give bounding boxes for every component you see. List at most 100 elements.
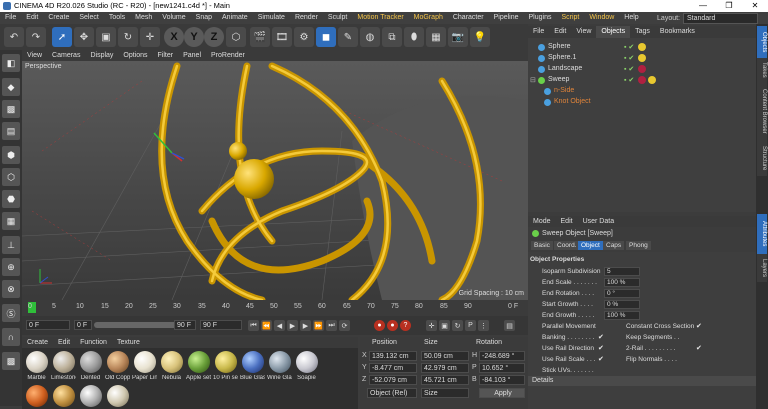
render-picture-viewer-icon[interactable]: 🎞: [272, 27, 292, 47]
layout-dropdown[interactable]: Standard: [683, 13, 758, 24]
object-row-sphere-1[interactable]: Sphere.1 ▪ ✔: [528, 53, 756, 64]
side-tab-objects[interactable]: Objects: [757, 26, 767, 58]
constant-cross-section-checkbox[interactable]: ✔: [696, 322, 702, 330]
material-tag-icon[interactable]: [638, 65, 646, 73]
objects-menu-bookmarks[interactable]: Bookmarks: [655, 26, 700, 38]
next-key-icon[interactable]: ⏩: [313, 320, 324, 331]
menu-mograph[interactable]: MoGraph: [409, 12, 448, 24]
autokeying-icon[interactable]: ●: [387, 320, 398, 331]
tab-object[interactable]: Object: [578, 241, 603, 250]
position-z-field[interactable]: -52.079 cm: [369, 375, 417, 385]
material-swatch[interactable]: Limestone: [51, 351, 76, 381]
workplane-icon[interactable]: ▤: [2, 122, 20, 140]
object-row-n-side[interactable]: n-Side: [528, 86, 756, 97]
parameter-key-icon[interactable]: P: [465, 320, 476, 331]
rotation-h-field[interactable]: -248.689 °: [479, 351, 525, 361]
visibility-check-icon[interactable]: ▪ ✔: [624, 43, 634, 51]
side-tab-attributes[interactable]: Attributes: [757, 214, 767, 254]
material-swatch[interactable]: Wine Glass: [267, 351, 292, 381]
material-swatch[interactable]: Soapie: [294, 351, 319, 381]
material-swatch[interactable]: Paper Lines: [132, 351, 157, 381]
y-axis-lock-icon[interactable]: Y: [184, 27, 204, 47]
redo-icon[interactable]: ↷: [26, 27, 46, 47]
material-tag-icon[interactable]: [638, 43, 646, 51]
array-cloner-icon[interactable]: ⧉: [382, 27, 402, 47]
viewport-menu-cameras[interactable]: Cameras: [47, 50, 85, 61]
3d-viewport[interactable]: Perspective Grid Spacing : 10 cm: [22, 61, 528, 300]
cube-object-icon[interactable]: ◼: [316, 27, 336, 47]
menu-help[interactable]: Help: [619, 12, 643, 24]
magnet-icon[interactable]: ∩: [2, 328, 20, 346]
menu-simulate[interactable]: Simulate: [253, 12, 290, 24]
tab-phong[interactable]: Phong: [626, 241, 651, 250]
floor-scene-icon[interactable]: ▦: [426, 27, 446, 47]
tab-caps[interactable]: Caps: [603, 241, 625, 250]
isoparm-subdivision-field[interactable]: 5: [604, 267, 640, 276]
menu-tools[interactable]: Tools: [104, 12, 130, 24]
polygons-mode-icon[interactable]: ⬣: [2, 190, 20, 208]
object-row-sphere[interactable]: Sphere ▪ ✔: [528, 42, 756, 53]
menu-edit[interactable]: Edit: [21, 12, 43, 24]
use-rail-scale-checkbox[interactable]: ✔: [598, 355, 604, 363]
material-swatch[interactable]: 10 Pin set: [213, 351, 238, 381]
tweak-mode-icon[interactable]: ⊕: [2, 258, 20, 276]
objects-menu-tags[interactable]: Tags: [630, 26, 655, 38]
rotation-b-field[interactable]: -84.103 °: [479, 375, 525, 385]
snapping-icon[interactable]: ⊗: [2, 280, 20, 298]
menu-select[interactable]: Select: [74, 12, 103, 24]
position-x-field[interactable]: 139.132 cm: [369, 351, 417, 361]
rotate-icon[interactable]: ↻: [118, 27, 138, 47]
menu-create[interactable]: Create: [43, 12, 74, 24]
timeline-ruler[interactable]: 0 5 10 15 20 25 30 35 40 45 50 55 60 65 …: [22, 300, 528, 316]
size-x-field[interactable]: 50.09 cm: [421, 351, 469, 361]
undo-icon[interactable]: ↶: [4, 27, 24, 47]
material-tag-icon[interactable]: [638, 54, 646, 62]
uv-mode-icon[interactable]: ▦: [2, 212, 20, 230]
menu-mesh[interactable]: Mesh: [130, 12, 157, 24]
edges-mode-icon[interactable]: ⬡: [2, 168, 20, 186]
points-mode-icon[interactable]: ⬢: [2, 146, 20, 164]
select-cursor-icon[interactable]: ➚: [52, 27, 72, 47]
collapse-toggle-icon[interactable]: ⊟: [530, 76, 536, 84]
material-menu-create[interactable]: Create: [22, 337, 53, 348]
viewport-menu-panel[interactable]: Panel: [178, 50, 206, 61]
material-menu-edit[interactable]: Edit: [53, 337, 75, 348]
light-icon[interactable]: 💡: [470, 27, 490, 47]
material-tag-icon[interactable]: [638, 76, 646, 84]
object-row-knot[interactable]: Knot Object: [528, 97, 756, 108]
material-swatch[interactable]: [105, 385, 130, 407]
go-to-start-icon[interactable]: ⏮: [248, 320, 259, 331]
loop-icon[interactable]: ⟳: [339, 320, 350, 331]
material-menu-function[interactable]: Function: [75, 337, 112, 348]
menu-pipeline[interactable]: Pipeline: [489, 12, 524, 24]
viewport-menu-view[interactable]: View: [22, 50, 47, 61]
visibility-check-icon[interactable]: ▪ ✔: [624, 65, 634, 73]
material-swatch[interactable]: Nebula: [159, 351, 184, 381]
maximize-button[interactable]: ❐: [716, 0, 742, 12]
side-tab-takes[interactable]: Takes: [757, 58, 767, 82]
model-mode-icon[interactable]: ◆: [2, 78, 20, 96]
render-settings-icon[interactable]: ⚙: [294, 27, 314, 47]
timeline-window-icon[interactable]: ▤: [504, 320, 515, 331]
next-frame-icon[interactable]: ▶: [300, 320, 311, 331]
coordinate-mode-dropdown[interactable]: Object (Rel): [367, 388, 417, 398]
menu-character[interactable]: Character: [448, 12, 489, 24]
play-icon[interactable]: ▶: [287, 320, 298, 331]
current-frame-field[interactable]: 0 F: [26, 320, 70, 330]
z-axis-lock-icon[interactable]: Z: [204, 27, 224, 47]
material-swatch[interactable]: [78, 385, 103, 407]
keyframe-selection-icon[interactable]: ?: [400, 320, 411, 331]
start-growth-field[interactable]: 0 %: [604, 300, 640, 309]
menu-sculpt[interactable]: Sculpt: [323, 12, 352, 24]
coordinate-system-icon[interactable]: ⬡: [226, 27, 246, 47]
menu-window[interactable]: Window: [584, 12, 619, 24]
tab-basic[interactable]: Basic: [531, 241, 553, 250]
size-z-field[interactable]: 45.721 cm: [421, 375, 469, 385]
objects-menu-edit[interactable]: Edit: [549, 26, 571, 38]
menu-motion-tracker[interactable]: Motion Tracker: [352, 12, 408, 24]
close-button[interactable]: ✕: [742, 0, 768, 12]
menu-animate[interactable]: Animate: [217, 12, 253, 24]
end-growth-field[interactable]: 100 %: [604, 311, 640, 320]
scale-key-icon[interactable]: ▣: [439, 320, 450, 331]
scale-icon[interactable]: ▣: [96, 27, 116, 47]
